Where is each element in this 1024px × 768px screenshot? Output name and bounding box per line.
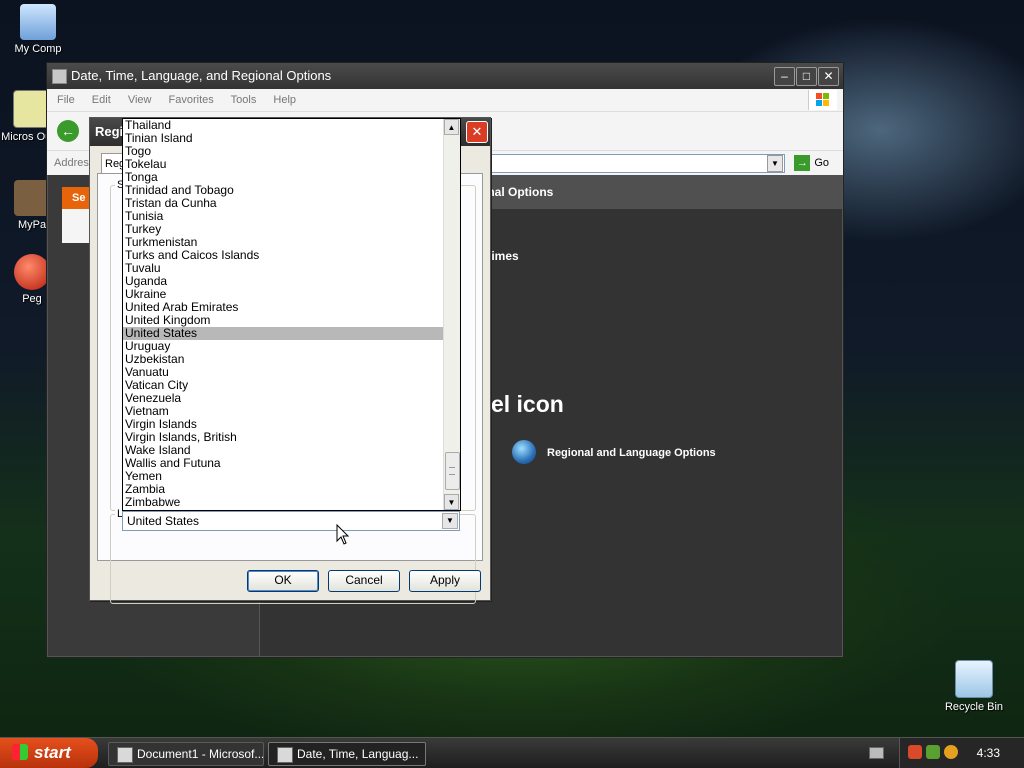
menu-bar: File Edit View Favorites Tools Help bbox=[47, 89, 843, 111]
menu-file[interactable]: File bbox=[57, 94, 75, 106]
minimize-button[interactable]: – bbox=[774, 67, 795, 86]
menu-tools[interactable]: Tools bbox=[231, 94, 257, 106]
word-document-icon bbox=[117, 747, 133, 763]
desktop-icon-label: Recycle Bin bbox=[944, 701, 1004, 713]
control-panel-icon bbox=[277, 747, 293, 763]
scroll-down-icon[interactable]: ▼ bbox=[444, 494, 459, 510]
recycle-bin-icon bbox=[955, 660, 993, 698]
list-item[interactable]: Zimbabwe bbox=[123, 496, 443, 509]
start-label: start bbox=[34, 743, 71, 762]
shortcut-icon bbox=[14, 180, 50, 216]
keyboard-icon[interactable] bbox=[869, 747, 884, 759]
dialog-title: Regi bbox=[95, 124, 124, 139]
ok-button[interactable]: OK bbox=[247, 570, 319, 592]
list-item[interactable]: Venezuela bbox=[123, 392, 443, 405]
list-item[interactable]: Uganda bbox=[123, 275, 443, 288]
windows-logo-icon bbox=[808, 90, 837, 110]
location-options: Thailand Tinian Island Togo Tokelau Tonga Tri… bbox=[123, 119, 443, 509]
window-close-button[interactable]: ✕ bbox=[818, 67, 839, 86]
chevron-down-icon[interactable]: ▼ bbox=[767, 155, 783, 172]
taskbar-item-label: Date, Time, Languag... bbox=[297, 747, 419, 761]
computer-icon bbox=[20, 4, 56, 40]
list-item[interactable]: Togo bbox=[123, 145, 443, 158]
chevron-down-icon[interactable]: ▼ bbox=[442, 513, 458, 529]
network-icon[interactable] bbox=[908, 745, 922, 759]
menu-view[interactable]: View bbox=[128, 94, 152, 106]
window-title: Date, Time, Language, and Regional Optio… bbox=[71, 68, 332, 83]
desktop-icon-label: MyPa bbox=[17, 219, 47, 231]
windows-logo-icon bbox=[12, 744, 28, 760]
security-icon[interactable] bbox=[926, 745, 940, 759]
menu-edit[interactable]: Edit bbox=[92, 94, 111, 106]
mouse-cursor-icon bbox=[336, 523, 350, 548]
cancel-button[interactable]: Cancel bbox=[328, 570, 400, 592]
go-button[interactable]: → Go bbox=[794, 154, 829, 172]
scrollbar[interactable]: ▲ ▼ bbox=[443, 119, 460, 510]
taskbar: start Document1 - Microsof... Date, Time… bbox=[0, 737, 1024, 768]
list-item[interactable]: United States bbox=[123, 327, 443, 340]
address-label: Addres bbox=[54, 157, 89, 169]
list-item[interactable]: Tokelau bbox=[123, 158, 443, 171]
globe-icon[interactable] bbox=[512, 440, 536, 464]
start-button[interactable]: start bbox=[0, 738, 98, 768]
clock: 4:33 bbox=[976, 746, 1000, 760]
regional-language-options-link[interactable]: Regional and Language Options bbox=[547, 447, 716, 459]
taskbar-item-date-time[interactable]: Date, Time, Languag... bbox=[268, 742, 426, 766]
banner-title: onal Options bbox=[480, 185, 554, 199]
list-item[interactable]: Tristan da Cunha bbox=[123, 197, 443, 210]
back-arrow-icon[interactable]: ← bbox=[57, 120, 79, 142]
desktop-icon-recycle-bin[interactable]: Recycle Bin bbox=[938, 660, 1010, 713]
desktop-icon-label: Peg bbox=[22, 293, 42, 305]
grip-icon bbox=[449, 467, 455, 475]
apply-button[interactable]: Apply bbox=[409, 570, 481, 592]
list-item[interactable]: Tinian Island bbox=[123, 132, 443, 145]
window-title-bar[interactable]: Date, Time, Language, and Regional Optio… bbox=[47, 63, 843, 89]
location-select-value: United States bbox=[127, 514, 200, 528]
list-item[interactable]: Yemen bbox=[123, 470, 443, 483]
taskbar-item-word[interactable]: Document1 - Microsof... bbox=[108, 742, 264, 766]
list-item[interactable]: Uzbekistan bbox=[123, 353, 443, 366]
system-tray: 4:33 bbox=[899, 738, 1024, 768]
taskbar-item-label: Document1 - Microsof... bbox=[137, 747, 264, 761]
list-item[interactable]: Wallis and Futuna bbox=[123, 457, 443, 470]
list-item[interactable]: Tunisia bbox=[123, 210, 443, 223]
search-icon[interactable] bbox=[944, 745, 958, 759]
list-item[interactable]: Tuvalu bbox=[123, 262, 443, 275]
location-dropdown-list[interactable]: Thailand Tinian Island Togo Tokelau Tonga Tri… bbox=[122, 118, 461, 511]
scroll-up-icon[interactable]: ▲ bbox=[444, 119, 459, 135]
pegasus-icon bbox=[14, 254, 50, 290]
go-arrow-icon: → bbox=[794, 155, 811, 172]
desktop-icon-my-computer[interactable]: My Comp bbox=[2, 4, 74, 55]
menu-favorites[interactable]: Favorites bbox=[169, 94, 214, 106]
control-panel-icon bbox=[52, 69, 67, 84]
location-select[interactable]: United States ▼ bbox=[122, 511, 460, 531]
list-item[interactable]: Turks and Caicos Islands bbox=[123, 249, 443, 262]
menu-help[interactable]: Help bbox=[273, 94, 296, 106]
scrollbar-thumb[interactable] bbox=[445, 452, 460, 490]
maximize-button[interactable]: □ bbox=[796, 67, 817, 86]
desktop-icon-label: My Comp bbox=[14, 43, 62, 55]
close-icon[interactable]: ✕ bbox=[466, 121, 488, 143]
go-label: Go bbox=[814, 157, 829, 169]
